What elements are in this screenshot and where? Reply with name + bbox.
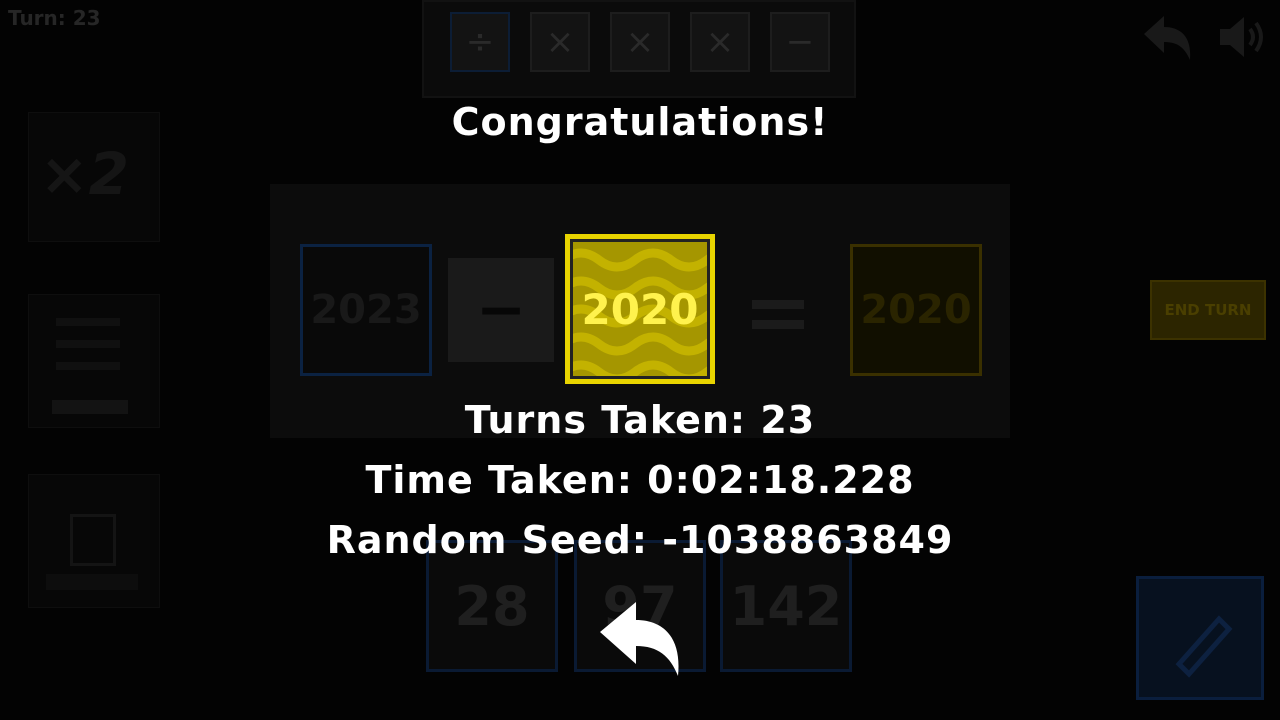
- divider: [56, 318, 120, 326]
- end-turn-button[interactable]: END TURN: [1150, 280, 1266, 340]
- operator-slot[interactable]: ÷: [450, 12, 510, 72]
- operator-slot[interactable]: ×: [530, 12, 590, 72]
- divider: [56, 362, 120, 370]
- undo-icon[interactable]: [1140, 12, 1196, 64]
- operator-slot[interactable]: −: [770, 12, 830, 72]
- turn-counter: Turn: 23: [8, 6, 101, 30]
- operator-tray: ÷ × × × −: [422, 0, 856, 98]
- goal-tile: 2020: [565, 234, 715, 384]
- turns-taken-text: Turns Taken: 23: [464, 398, 816, 442]
- congratulations-title: Congratulations!: [451, 100, 829, 144]
- equals-icon: [752, 300, 804, 309]
- equation-operator[interactable]: −: [448, 258, 554, 362]
- double-icon: ×2: [40, 140, 129, 208]
- goal-value: 2020: [581, 284, 699, 334]
- equation-result: 2020: [850, 244, 982, 376]
- pencil-icon: [1175, 615, 1233, 678]
- divider: [56, 340, 120, 348]
- hint-button[interactable]: [1136, 576, 1264, 700]
- discard-label-bar: [46, 574, 138, 590]
- equation-left-operand[interactable]: 2023: [300, 244, 432, 376]
- operator-slot[interactable]: ×: [610, 12, 670, 72]
- equals-icon: [752, 320, 804, 329]
- time-taken-text: Time Taken: 0:02:18.228: [365, 458, 915, 502]
- speaker-icon[interactable]: [1216, 12, 1272, 62]
- back-arrow-icon[interactable]: [598, 598, 684, 678]
- random-seed-text: Random Seed: -1038863849: [326, 518, 954, 562]
- operator-slot[interactable]: ×: [690, 12, 750, 72]
